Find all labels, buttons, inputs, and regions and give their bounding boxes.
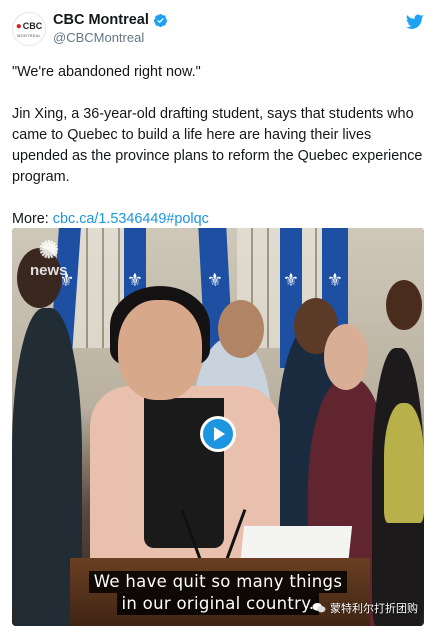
speaker-face [118, 300, 202, 400]
caption-line-2: in our original country. [116, 593, 320, 615]
tweet-body: Jin Xing, a 36-year-old drafting student… [12, 106, 423, 185]
cbc-gem-icon: ✺ [38, 237, 59, 264]
watermark: 蒙特利尔打折团购 [312, 600, 418, 616]
twitter-bird-icon[interactable] [406, 14, 424, 30]
author-name-block[interactable]: CBC Montreal @CBCMontreal [53, 12, 168, 45]
handle[interactable]: @CBCMontreal [53, 30, 168, 45]
hashtag-link[interactable]: #polqc [166, 211, 208, 227]
watermark-text: 蒙特利尔打折团购 [330, 602, 418, 615]
tweet-more: More: cbc.ca/1.5346449#polqc [12, 209, 426, 230]
cbc-news-logo: ✺ news [30, 237, 68, 280]
article-link[interactable]: cbc.ca/1.5346449 [53, 211, 167, 227]
tweet-quote: "We're abandoned right now." [12, 64, 201, 80]
more-label: More: [12, 211, 53, 227]
play-icon [214, 427, 225, 441]
bystander-yellow [384, 403, 424, 523]
cbc-gem-logo: ● CBC [15, 20, 43, 32]
wechat-icon [312, 603, 326, 613]
display-name-text[interactable]: CBC Montreal [53, 12, 149, 28]
bystander-far-right-head [386, 280, 422, 330]
tweet-text: "We're abandoned right now." Jin Xing, a… [12, 62, 426, 251]
bystander-woman-red-head [324, 324, 368, 390]
avatar[interactable]: ● CBC MONTREAL [12, 12, 46, 46]
video-player[interactable]: ✺ news We have quit so many things in ou… [12, 228, 424, 626]
display-name[interactable]: CBC Montreal [53, 12, 168, 28]
play-button[interactable] [200, 416, 236, 452]
bystander-center-head [218, 300, 264, 358]
news-logo-text: news [30, 262, 68, 279]
avatar-sub: MONTREAL [17, 32, 41, 38]
verified-badge-icon [153, 13, 167, 27]
tweet-header: ● CBC MONTREAL CBC Montreal @CBCMontreal [12, 10, 424, 50]
avatar-brand: CBC [22, 21, 43, 31]
caption-line-1: We have quit so many things [88, 571, 348, 593]
